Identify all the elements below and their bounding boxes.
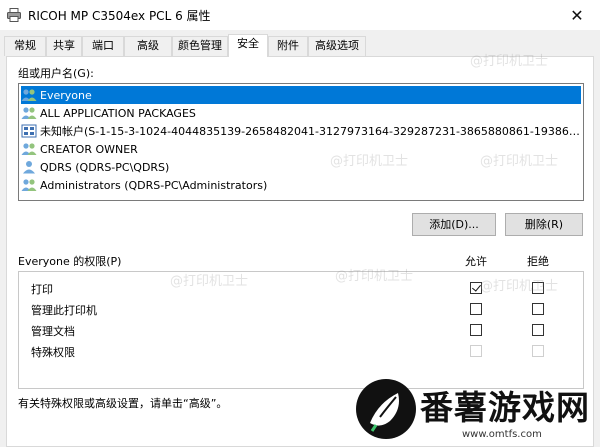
deny-checkbox[interactable] [532, 282, 544, 294]
tab-attachments[interactable]: 附件 [268, 36, 308, 56]
permission-row-special: 特殊权限 [19, 341, 583, 362]
user-row-everyone[interactable]: Everyone [21, 86, 581, 104]
user-icon [23, 161, 35, 174]
logo-url: www.omtfs.com [462, 429, 542, 440]
permission-row-manage-printer: 管理此打印机 [19, 299, 583, 320]
permission-name: 打印 [31, 283, 53, 296]
title-bar: RICOH MP C3504ex PCL 6 属性 ✕ [0, 0, 600, 30]
user-name: ALL APPLICATION PACKAGES [40, 106, 196, 120]
user-name: 未知帐户(S-1-15-3-1024-4044835139-2658482041… [40, 125, 581, 138]
site-logo: 番薯游戏网 www.omtfs.com [350, 375, 600, 447]
users-group-icon [21, 107, 37, 119]
allow-checkbox[interactable] [470, 303, 482, 315]
sweet-potato-icon [370, 393, 399, 432]
user-name: CREATOR OWNER [40, 142, 138, 156]
printer-properties-window: RICOH MP C3504ex PCL 6 属性 ✕ 常规 共享 端口 高级 … [0, 0, 600, 447]
permission-name: 特殊权限 [31, 346, 75, 359]
tab-color-management[interactable]: 颜色管理 [172, 36, 228, 56]
deny-checkbox [532, 345, 544, 357]
tab-advanced[interactable]: 高级 [124, 36, 172, 56]
deny-checkbox[interactable] [532, 303, 544, 315]
close-button[interactable]: ✕ [554, 0, 600, 30]
user-name: QDRS (QDRS-PC\QDRS) [40, 160, 170, 174]
advanced-hint-text: 有关特殊权限或高级设置，请单击“高级”。 [18, 397, 228, 410]
user-name: Administrators (QDRS-PC\Administrators) [40, 178, 268, 192]
group-user-label: 组或用户名(G): [18, 67, 94, 80]
allow-checkbox[interactable] [470, 282, 482, 294]
deny-checkbox[interactable] [532, 324, 544, 336]
users-group-icon [21, 143, 37, 155]
permission-row-manage-documents: 管理文档 [19, 320, 583, 341]
allow-checkbox [470, 345, 482, 357]
tab-ports[interactable]: 端口 [82, 36, 124, 56]
tab-advanced-options[interactable]: 高级选项 [308, 36, 366, 56]
logo-text: 番薯游戏网 [420, 388, 590, 427]
allow-checkbox[interactable] [470, 324, 482, 336]
tab-security[interactable]: 安全 [228, 34, 268, 57]
remove-button[interactable]: 删除(R) [505, 213, 583, 236]
users-group-icon [21, 89, 37, 101]
permission-row-print: 打印 [19, 278, 583, 299]
user-list[interactable]: Everyone ALL APPLICATION PACKAGES 未知帐户(S… [18, 83, 584, 201]
tab-general[interactable]: 常规 [4, 36, 46, 56]
user-row-creator-owner[interactable]: CREATOR OWNER [21, 140, 581, 158]
user-row-all-application-packages[interactable]: ALL APPLICATION PACKAGES [21, 104, 581, 122]
tab-sharing[interactable]: 共享 [46, 36, 82, 56]
permissions-table: 打印 管理此打印机 管理文档 特殊权限 [18, 271, 584, 389]
logo-emblem [356, 379, 416, 439]
user-row-administrators[interactable]: Administrators (QDRS-PC\Administrators) [21, 176, 581, 194]
unknown-account-icon [21, 124, 37, 138]
window-title: RICOH MP C3504ex PCL 6 属性 [28, 8, 211, 23]
allow-column-header: 允许 [465, 255, 487, 268]
user-row-qdrs[interactable]: QDRS (QDRS-PC\QDRS) [21, 158, 581, 176]
permissions-label: Everyone 的权限(P) [18, 255, 122, 268]
user-row-unknown-account[interactable]: 未知帐户(S-1-15-3-1024-4044835139-2658482041… [21, 122, 581, 140]
user-name: Everyone [40, 88, 92, 102]
add-button[interactable]: 添加(D)... [412, 213, 496, 236]
deny-column-header: 拒绝 [527, 255, 549, 268]
users-group-icon [21, 179, 37, 191]
tab-strip: 常规 共享 端口 高级 颜色管理 安全 附件 高级选项 [0, 34, 600, 57]
close-icon: ✕ [570, 5, 584, 25]
permission-name: 管理文档 [31, 325, 75, 338]
permission-name: 管理此打印机 [31, 304, 97, 317]
printer-icon [7, 8, 21, 22]
